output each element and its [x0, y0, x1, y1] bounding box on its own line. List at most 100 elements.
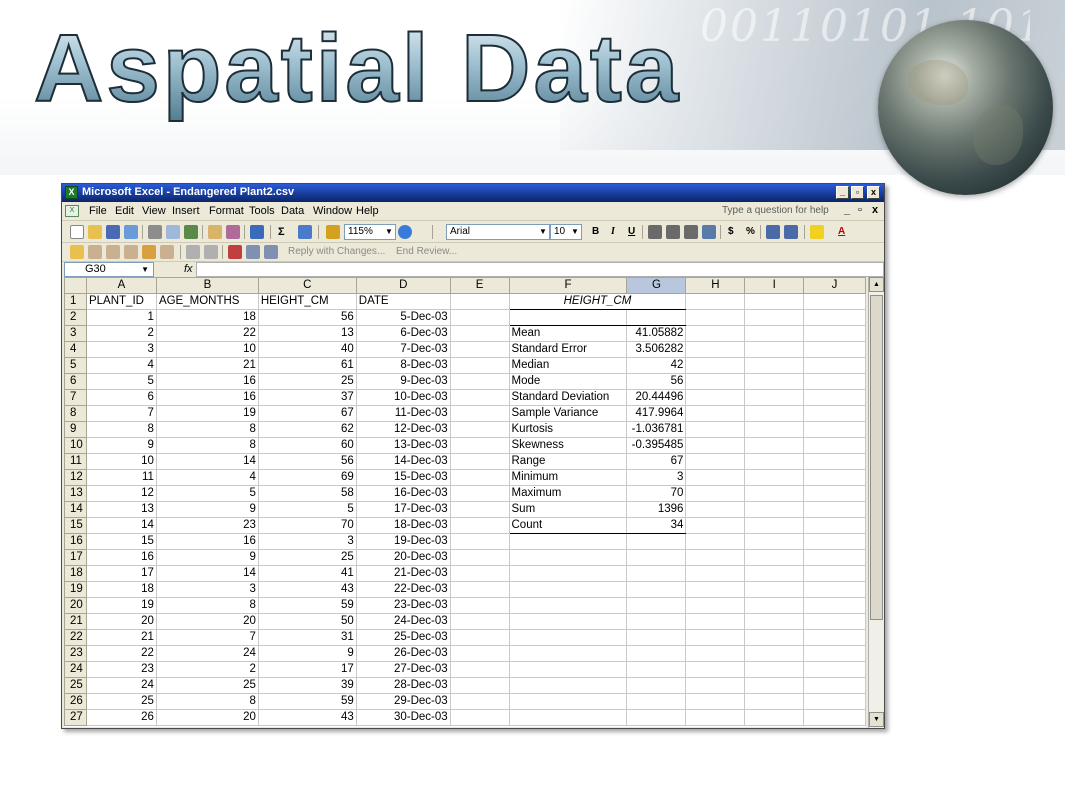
- column-header[interactable]: E: [449, 277, 510, 294]
- table-cell[interactable]: [626, 533, 687, 550]
- column-header[interactable]: J: [803, 277, 866, 294]
- table-cell[interactable]: 9: [85, 437, 157, 454]
- permission-icon[interactable]: [124, 225, 138, 239]
- table-cell[interactable]: 16: [155, 373, 259, 390]
- table-cell[interactable]: 9: [155, 549, 259, 566]
- table-cell[interactable]: [744, 693, 805, 710]
- table-cell[interactable]: [744, 485, 805, 502]
- chevron-down-icon[interactable]: ▼: [383, 225, 395, 239]
- select-all-corner[interactable]: [64, 277, 87, 294]
- spreadsheet-grid[interactable]: A B C D E F G H I J 1 PLANT_ID AGE_MONTHS H…: [64, 277, 866, 727]
- table-cell[interactable]: [744, 405, 805, 422]
- toolbar-icon[interactable]: [142, 245, 156, 259]
- table-cell[interactable]: [803, 341, 866, 358]
- row-header[interactable]: 26: [64, 693, 87, 710]
- table-cell[interactable]: 58: [257, 485, 357, 502]
- table-cell[interactable]: 25: [257, 549, 357, 566]
- table-cell[interactable]: 31: [257, 629, 357, 646]
- table-cell[interactable]: 27-Dec-03: [355, 661, 451, 678]
- table-cell[interactable]: 41.05882: [626, 325, 687, 342]
- column-header-selected[interactable]: G: [626, 277, 687, 294]
- table-cell[interactable]: 59: [257, 693, 357, 710]
- row-header[interactable]: 15: [64, 517, 87, 534]
- table-cell[interactable]: 6: [85, 389, 157, 406]
- table-cell[interactable]: [626, 661, 687, 678]
- fx-icon[interactable]: fx: [184, 262, 193, 276]
- table-cell[interactable]: Range: [508, 453, 628, 470]
- toolbar-icon[interactable]: [186, 245, 200, 259]
- align-right-icon[interactable]: [684, 225, 698, 239]
- row-header[interactable]: 1: [64, 293, 87, 310]
- doc-minimize-button[interactable]: _: [844, 204, 850, 216]
- table-cell[interactable]: [449, 581, 510, 598]
- table-cell[interactable]: 19: [155, 405, 259, 422]
- table-cell[interactable]: [685, 549, 746, 566]
- row-header[interactable]: 10: [64, 437, 87, 454]
- formula-input[interactable]: [196, 262, 884, 277]
- table-cell[interactable]: [508, 661, 628, 678]
- table-cell[interactable]: [685, 501, 746, 518]
- table-cell[interactable]: 14-Dec-03: [355, 453, 451, 470]
- menu-data[interactable]: Data: [281, 205, 304, 217]
- table-cell[interactable]: [449, 293, 510, 310]
- table-cell[interactable]: 9-Dec-03: [355, 373, 451, 390]
- table-cell[interactable]: [449, 629, 510, 646]
- table-cell[interactable]: 13: [257, 325, 357, 342]
- table-cell[interactable]: [744, 613, 805, 630]
- table-cell[interactable]: [803, 453, 866, 470]
- table-cell[interactable]: 10: [155, 341, 259, 358]
- table-cell[interactable]: PLANT_ID: [85, 293, 157, 310]
- table-cell[interactable]: 43: [257, 581, 357, 598]
- table-cell[interactable]: 59: [257, 597, 357, 614]
- column-header[interactable]: A: [85, 277, 157, 294]
- table-cell[interactable]: 10: [85, 453, 157, 470]
- fill-color-icon[interactable]: [810, 225, 824, 239]
- table-cell[interactable]: 7: [85, 405, 157, 422]
- table-cell[interactable]: [744, 645, 805, 662]
- table-cell[interactable]: -1.036781: [626, 421, 687, 438]
- table-cell[interactable]: [744, 677, 805, 694]
- table-cell[interactable]: [744, 709, 805, 726]
- row-header[interactable]: 5: [64, 357, 87, 374]
- table-cell[interactable]: [685, 581, 746, 598]
- restore-button[interactable]: ▫: [851, 186, 864, 199]
- table-cell[interactable]: [744, 469, 805, 486]
- table-cell[interactable]: [803, 357, 866, 374]
- menu-view[interactable]: View: [142, 205, 166, 217]
- table-cell[interactable]: Maximum: [508, 485, 628, 502]
- table-cell[interactable]: [744, 517, 805, 534]
- table-cell[interactable]: [626, 709, 687, 726]
- stats-title[interactable]: HEIGHT_CM: [508, 293, 687, 310]
- table-cell[interactable]: 3: [257, 533, 357, 550]
- table-cell[interactable]: 23-Dec-03: [355, 597, 451, 614]
- table-cell[interactable]: [508, 597, 628, 614]
- reply-with-changes-button[interactable]: Reply with Changes...: [288, 246, 385, 257]
- table-cell[interactable]: [744, 309, 805, 326]
- table-cell[interactable]: 23: [85, 661, 157, 678]
- table-cell[interactable]: [803, 501, 866, 518]
- table-cell[interactable]: 8: [155, 597, 259, 614]
- table-cell[interactable]: 61: [257, 357, 357, 374]
- table-cell[interactable]: [685, 661, 746, 678]
- column-header[interactable]: D: [355, 277, 451, 294]
- table-cell[interactable]: [626, 549, 687, 566]
- column-header[interactable]: C: [257, 277, 357, 294]
- table-cell[interactable]: [744, 501, 805, 518]
- table-cell[interactable]: 5: [155, 485, 259, 502]
- table-cell[interactable]: [685, 517, 746, 534]
- minimize-button[interactable]: _: [836, 186, 849, 199]
- table-cell[interactable]: 2: [85, 325, 157, 342]
- table-cell[interactable]: Mode: [508, 373, 628, 390]
- row-header[interactable]: 25: [64, 677, 87, 694]
- vertical-scrollbar[interactable]: ▲ ▼: [868, 277, 884, 728]
- row-header[interactable]: 11: [64, 453, 87, 470]
- table-cell[interactable]: [449, 645, 510, 662]
- chevron-down-icon[interactable]: ▼: [141, 263, 149, 276]
- table-cell[interactable]: 12-Dec-03: [355, 421, 451, 438]
- toolbar-icon[interactable]: [160, 245, 174, 259]
- menu-window[interactable]: Window: [313, 205, 352, 217]
- chart-wizard-icon[interactable]: [326, 225, 340, 239]
- table-cell[interactable]: [508, 693, 628, 710]
- table-cell[interactable]: 19: [85, 597, 157, 614]
- table-cell[interactable]: [803, 533, 866, 550]
